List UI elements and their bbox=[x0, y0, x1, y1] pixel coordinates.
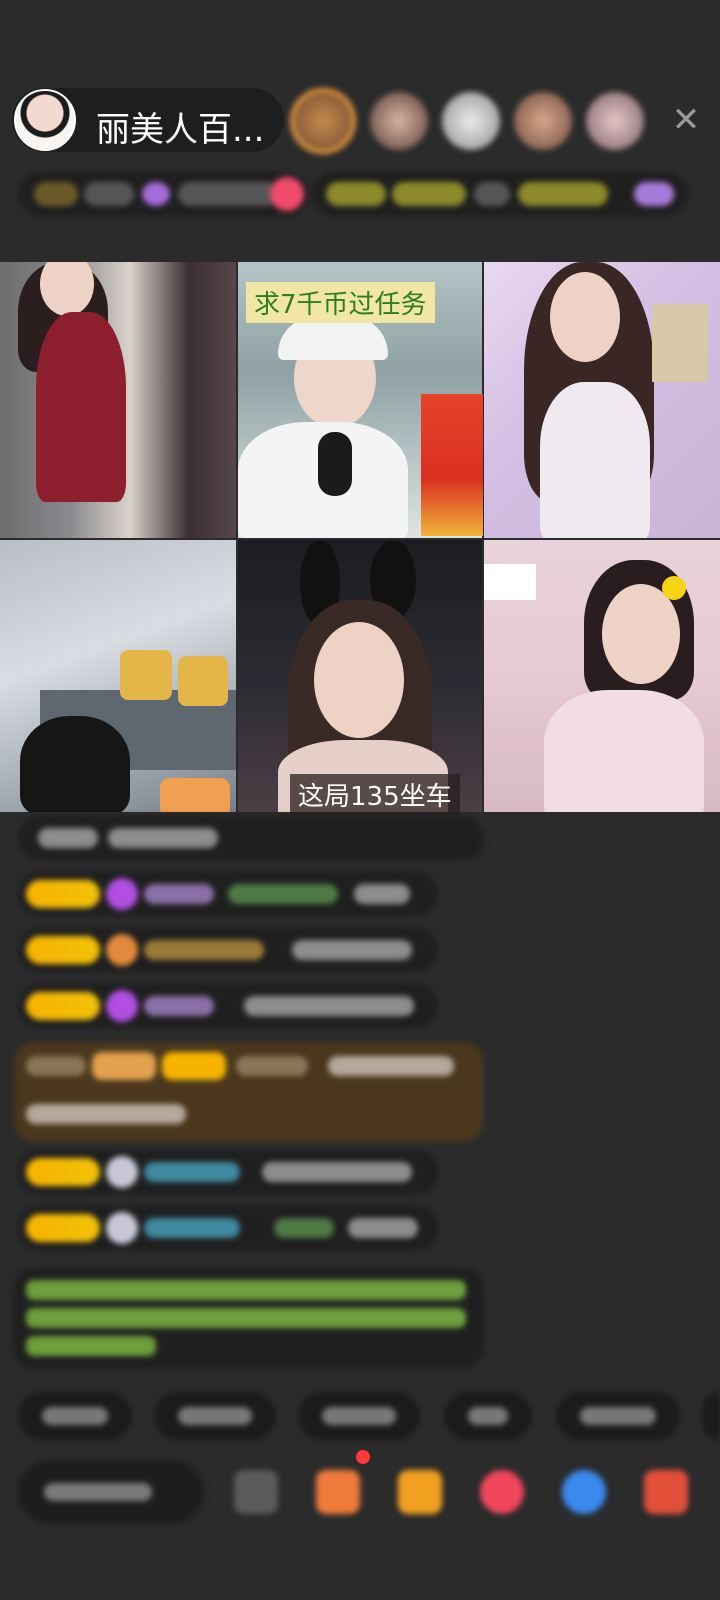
shop-icon[interactable] bbox=[480, 1470, 524, 1514]
chat-message[interactable] bbox=[18, 1150, 438, 1194]
notification-dot bbox=[356, 1450, 370, 1464]
microphone-shape bbox=[318, 432, 352, 496]
viewer-avatar[interactable] bbox=[290, 88, 356, 154]
level-badge bbox=[26, 936, 100, 964]
host-name: 丽美人百... bbox=[96, 110, 265, 150]
level-badge bbox=[26, 992, 100, 1020]
user-name[interactable] bbox=[144, 1218, 240, 1238]
gem-icon bbox=[106, 990, 138, 1022]
viewer-avatar[interactable] bbox=[586, 92, 644, 150]
red-poster bbox=[421, 394, 483, 536]
close-icon[interactable]: ✕ bbox=[666, 100, 706, 140]
video-tile-5[interactable] bbox=[238, 540, 482, 812]
chat-message[interactable] bbox=[18, 1206, 438, 1250]
user-name[interactable] bbox=[144, 1162, 240, 1182]
viewer-avatar[interactable] bbox=[442, 92, 500, 150]
tag-chip[interactable] bbox=[518, 182, 608, 206]
gift-text bbox=[274, 1218, 334, 1238]
gift-icon[interactable] bbox=[270, 177, 304, 211]
tag-chip[interactable] bbox=[392, 182, 466, 206]
cushion-shape bbox=[178, 656, 228, 706]
orange-cushion bbox=[160, 778, 230, 812]
user-name[interactable] bbox=[144, 940, 264, 960]
gem-icon bbox=[106, 1212, 138, 1244]
level-badge bbox=[162, 1052, 226, 1080]
quick-reply-pill[interactable] bbox=[18, 1392, 132, 1440]
level-badge bbox=[26, 1214, 100, 1242]
gift-text bbox=[228, 884, 338, 904]
gift-icon[interactable] bbox=[644, 1470, 688, 1514]
viewer-avatar[interactable] bbox=[370, 92, 428, 150]
chat-text bbox=[262, 1162, 412, 1182]
room-stats-bar[interactable] bbox=[18, 172, 308, 216]
photo-frame bbox=[652, 304, 708, 382]
figure-face bbox=[550, 272, 620, 362]
quick-reply-pill[interactable] bbox=[154, 1392, 276, 1440]
level-badge bbox=[26, 880, 100, 908]
chat-message[interactable] bbox=[18, 928, 438, 972]
fan-club-icon[interactable] bbox=[142, 182, 170, 206]
gem-icon bbox=[106, 934, 138, 966]
chat-text bbox=[348, 1218, 418, 1238]
chat-text bbox=[292, 940, 412, 960]
quick-reply-pill[interactable] bbox=[298, 1392, 420, 1440]
flower-clip bbox=[662, 576, 686, 600]
quick-reply-pill[interactable] bbox=[702, 1392, 720, 1440]
gem-icon bbox=[106, 1156, 138, 1188]
figure-top bbox=[544, 690, 704, 812]
user-name[interactable] bbox=[144, 884, 214, 904]
stat-chip bbox=[178, 182, 278, 206]
video-tile-6[interactable] bbox=[484, 540, 720, 812]
hour-rank-chip[interactable] bbox=[34, 182, 78, 206]
quick-reply-pill[interactable] bbox=[444, 1392, 532, 1440]
chat-message[interactable] bbox=[18, 816, 484, 860]
host-info-pill[interactable]: 丽美人百... bbox=[12, 88, 284, 152]
chat-text bbox=[354, 884, 410, 904]
tag-chip[interactable] bbox=[474, 182, 510, 206]
figure-hair bbox=[20, 716, 130, 812]
chat-message[interactable] bbox=[18, 872, 438, 916]
emoji-icon[interactable] bbox=[234, 1470, 278, 1514]
tile5-caption: 这局135坐车 bbox=[290, 774, 460, 815]
user-name[interactable] bbox=[236, 1056, 308, 1076]
fan-badge bbox=[92, 1052, 156, 1080]
quick-reply-pill[interactable] bbox=[556, 1392, 680, 1440]
share-icon[interactable] bbox=[562, 1470, 606, 1514]
video-tile-4[interactable] bbox=[0, 540, 236, 812]
chat-message-highlight[interactable] bbox=[14, 1042, 484, 1142]
figure-face bbox=[314, 622, 404, 738]
gift-box-icon[interactable] bbox=[398, 1470, 442, 1514]
comment-input[interactable] bbox=[18, 1460, 204, 1524]
chat-text bbox=[38, 828, 98, 848]
figure-top bbox=[540, 382, 650, 538]
chat-text bbox=[328, 1056, 454, 1076]
corner-logo bbox=[484, 564, 536, 600]
stat-chip bbox=[84, 182, 134, 206]
system-text bbox=[26, 1308, 466, 1328]
cushion-shape bbox=[120, 650, 172, 700]
viewer-avatar[interactable] bbox=[514, 92, 572, 150]
level-badge bbox=[26, 1158, 100, 1186]
host-avatar[interactable] bbox=[14, 89, 76, 151]
video-grid bbox=[0, 262, 720, 812]
video-tile-1[interactable] bbox=[0, 262, 236, 538]
chat-text bbox=[26, 1104, 186, 1124]
tag-chip[interactable] bbox=[326, 182, 386, 206]
gem-icon bbox=[106, 878, 138, 910]
tile2-caption: 求7千币过任务 bbox=[246, 282, 435, 323]
system-text bbox=[26, 1336, 156, 1356]
system-text bbox=[26, 1280, 466, 1300]
chat-text bbox=[108, 828, 218, 848]
task-icon[interactable] bbox=[316, 1470, 360, 1514]
video-tile-3[interactable] bbox=[484, 262, 720, 538]
room-tags-bar[interactable] bbox=[312, 172, 688, 216]
crown-icon[interactable] bbox=[634, 182, 674, 206]
chat-text bbox=[244, 996, 414, 1016]
figure-dress bbox=[36, 312, 126, 502]
chat-message[interactable] bbox=[18, 984, 438, 1028]
top-viewers-list[interactable] bbox=[290, 86, 644, 156]
system-message bbox=[14, 1268, 484, 1368]
user-name[interactable] bbox=[26, 1056, 86, 1076]
user-name[interactable] bbox=[144, 996, 214, 1016]
